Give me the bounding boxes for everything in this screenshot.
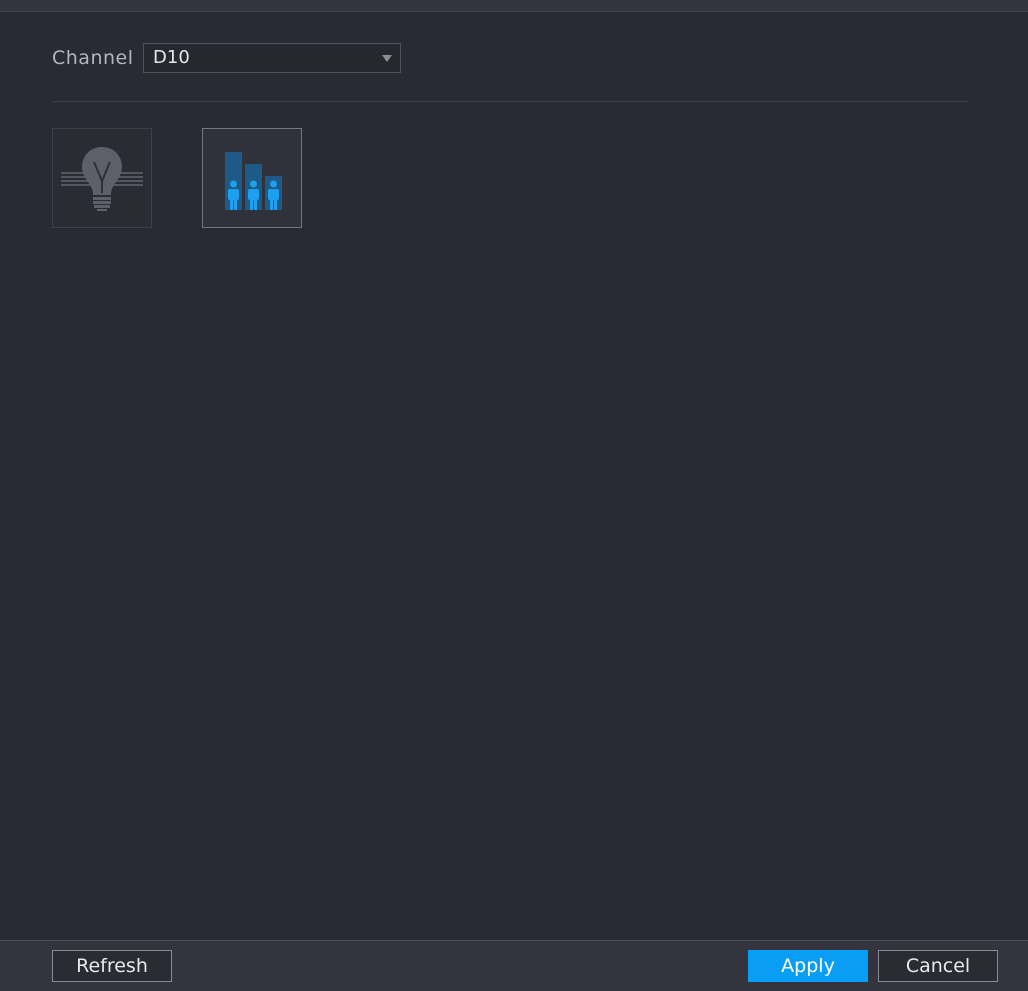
chevron-down-icon [382, 55, 392, 62]
lightbulb-tile[interactable] [52, 128, 152, 228]
people-counting-icon [225, 152, 282, 210]
cancel-button[interactable]: Cancel [878, 950, 998, 982]
divider [52, 101, 968, 102]
people-counting-tile[interactable] [202, 128, 302, 228]
channel-select-value: D10 [153, 47, 190, 68]
apply-button[interactable]: Apply [748, 950, 868, 982]
channel-select[interactable]: D10 [143, 43, 401, 73]
lightbulb-icon [61, 147, 143, 211]
top-bar [0, 0, 1028, 12]
smart-plan-page: Channel D10 Refresh Apply Cancel [0, 0, 1028, 991]
channel-label: Channel [52, 47, 134, 69]
footer-bar: Refresh Apply Cancel [0, 940, 1028, 991]
refresh-button[interactable]: Refresh [52, 950, 172, 982]
